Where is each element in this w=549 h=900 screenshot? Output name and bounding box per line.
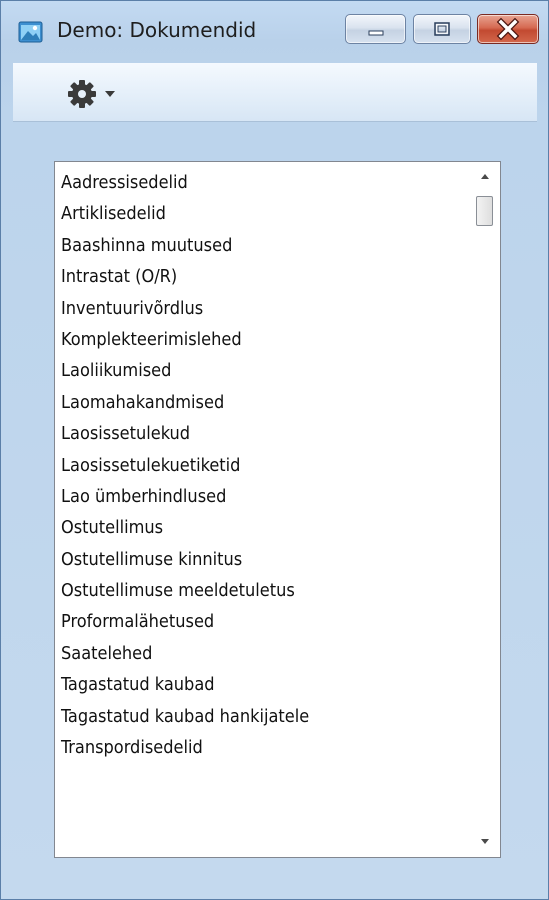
list-item[interactable]: Transpordisedelid	[55, 732, 460, 763]
list-item[interactable]: Intrastat (O/R)	[55, 261, 460, 292]
list-item[interactable]: Laosissetulekuetiketid	[55, 450, 460, 481]
list-item[interactable]: Aadressisedelid	[55, 167, 460, 198]
list-item[interactable]: Laosissetulekud	[55, 418, 460, 449]
list-item[interactable]: Baashinna muutused	[55, 230, 460, 261]
close-button[interactable]	[477, 14, 539, 44]
gear-icon	[68, 80, 96, 108]
maximize-icon	[434, 22, 450, 36]
vertical-scrollbar[interactable]	[469, 162, 500, 857]
list-item[interactable]: Laoliikumised	[55, 355, 460, 386]
chevron-down-icon	[105, 91, 115, 97]
list-item[interactable]: Laomahakandmised	[55, 387, 460, 418]
list-item[interactable]: Tagastatud kaubad	[55, 669, 460, 700]
close-icon	[496, 17, 520, 41]
title-bar[interactable]: Demo: Dokumendid	[1, 1, 548, 65]
list-item[interactable]: Ostutellimuse kinnitus	[55, 544, 460, 575]
minimize-button[interactable]	[345, 14, 406, 44]
document-list[interactable]: Aadressisedelid Artiklisedelid Baashinna m…	[54, 161, 501, 858]
window-title: Demo: Dokumendid	[57, 18, 257, 42]
settings-menu-button[interactable]	[65, 77, 135, 111]
app-window-icon[interactable]	[18, 19, 44, 45]
document-window: Demo: Dokumendid Aadressisedelid Artikli…	[0, 0, 549, 900]
maximize-button[interactable]	[413, 14, 471, 44]
list-item[interactable]: Lao ümberhindlused	[55, 481, 460, 512]
list-item[interactable]: Artiklisedelid	[55, 198, 460, 229]
list-item[interactable]: Saatelehed	[55, 638, 460, 669]
scroll-up-arrow-icon[interactable]	[478, 170, 492, 184]
list-item[interactable]: Komplekteerimislehed	[55, 324, 460, 355]
scroll-down-arrow-icon[interactable]	[478, 834, 492, 848]
list-item[interactable]: Proformalähetused	[55, 606, 460, 637]
list-item[interactable]: Ostutellimuse meeldetuletus	[55, 575, 460, 606]
scroll-thumb[interactable]	[476, 196, 493, 226]
list-item[interactable]: Inventuurivõrdlus	[55, 293, 460, 324]
minimize-icon	[368, 30, 384, 36]
list-item[interactable]: Ostutellimus	[55, 512, 460, 543]
document-list-items: Aadressisedelid Artiklisedelid Baashinna m…	[55, 167, 460, 763]
toolbar	[13, 63, 537, 122]
list-item[interactable]: Tagastatud kaubad hankijatele	[55, 701, 460, 732]
